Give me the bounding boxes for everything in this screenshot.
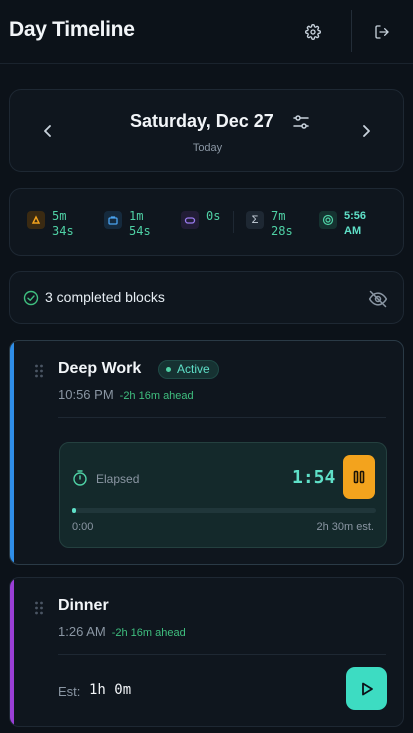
- chevron-left-icon: [44, 125, 51, 137]
- stat-focus-value-2: 34s: [52, 224, 74, 238]
- flame-icon: [27, 211, 45, 229]
- task-card-dinner[interactable]: Dinner 1:26 AM -2h 16m ahead Est: 1h 0m: [9, 577, 404, 727]
- stat-focus-value-1: 5m: [52, 209, 67, 223]
- task-start-time: 1:26 AM: [58, 624, 106, 639]
- stat-work-value-1: 1m: [129, 209, 144, 223]
- play-icon: [361, 682, 373, 695]
- drag-handle-icon[interactable]: [34, 600, 44, 616]
- progress-estimate-label: 2h 30m est.: [316, 521, 374, 533]
- task-time-row: 10:56 PM -2h 16m ahead: [58, 387, 194, 402]
- stat-end-time-value-1: 5:56: [344, 210, 367, 222]
- stat-total: Σ 7m 28s: [246, 209, 293, 239]
- task-ahead-label: -2h 16m ahead: [111, 627, 186, 639]
- status-badge-label: Active: [177, 362, 210, 376]
- drag-handle-icon[interactable]: [34, 363, 44, 379]
- stat-work-value-2: 54s: [129, 224, 151, 238]
- next-day-button[interactable]: [356, 120, 376, 142]
- divider: [58, 654, 386, 655]
- completed-blocks-label: 3 completed blocks: [45, 289, 165, 305]
- settings-button[interactable]: [301, 20, 325, 44]
- stat-work: 1m 54s: [104, 209, 151, 239]
- logout-icon: [375, 25, 389, 39]
- status-dot: [166, 367, 171, 372]
- task-card-deep-work[interactable]: Deep Work Active 10:56 PM -2h 16m ahead E…: [9, 340, 404, 565]
- progress-bar: [72, 508, 376, 513]
- estimate-value: 1h 0m: [89, 682, 132, 698]
- app-title: Day Timeline: [9, 18, 135, 41]
- stats-divider: [233, 211, 234, 233]
- gear-icon: [305, 24, 321, 40]
- eye-off-icon[interactable]: [368, 289, 388, 309]
- stopwatch-icon: [73, 470, 87, 486]
- task-ahead-label: -2h 16m ahead: [119, 390, 194, 402]
- current-date[interactable]: Saturday, Dec 27: [130, 111, 274, 132]
- estimate-label: Est:: [58, 684, 81, 699]
- briefcase-icon: [104, 211, 122, 229]
- task-time-row: 1:26 AM -2h 16m ahead: [58, 624, 186, 639]
- stat-end-time: 5:56 AM: [319, 209, 366, 239]
- stat-leisure: 0s: [181, 209, 220, 229]
- task-title: Dinner: [58, 597, 109, 614]
- target-icon: [319, 211, 337, 229]
- stat-total-value-1: 7m: [271, 209, 286, 223]
- sigma-icon: Σ: [246, 211, 264, 229]
- status-badge: Active: [158, 360, 219, 379]
- divider: [58, 417, 386, 418]
- gamepad-icon: [181, 211, 199, 229]
- previous-day-button[interactable]: [38, 120, 58, 142]
- stat-total-value-2: 28s: [271, 224, 293, 238]
- header-divider: [351, 10, 352, 52]
- progress-fill: [72, 508, 76, 513]
- task-title: Deep Work: [58, 360, 142, 377]
- task-accent-bar: [10, 578, 14, 726]
- pause-icon: [353, 470, 365, 484]
- logout-button[interactable]: [370, 20, 394, 44]
- completed-blocks-toggle[interactable]: 3 completed blocks: [9, 271, 404, 324]
- app-header: Day Timeline: [0, 0, 413, 64]
- check-circle-icon: [23, 290, 39, 306]
- start-task-button[interactable]: [346, 667, 387, 710]
- stat-focus: 5m 34s: [27, 209, 74, 239]
- date-navigator: Saturday, Dec 27 Today: [9, 89, 404, 172]
- stat-leisure-value: 0s: [206, 209, 221, 223]
- stat-end-time-value-2: AM: [344, 225, 362, 237]
- chevron-right-icon: [363, 125, 370, 137]
- task-start-time: 10:56 PM: [58, 387, 114, 402]
- pause-button[interactable]: [343, 455, 375, 499]
- elapsed-timer: Elapsed 1:54 0:00 2h 30m est.: [59, 442, 387, 548]
- stats-bar: 5m 34s 1m 54s 0s Σ 7m 28s 5:56 AM: [9, 188, 404, 256]
- date-subtitle: Today: [192, 142, 223, 154]
- elapsed-value: 1:54: [292, 467, 336, 488]
- task-accent-bar: [10, 341, 14, 564]
- progress-start-label: 0:00: [72, 521, 94, 533]
- sliders-icon[interactable]: [292, 113, 310, 131]
- elapsed-label: Elapsed: [96, 472, 140, 486]
